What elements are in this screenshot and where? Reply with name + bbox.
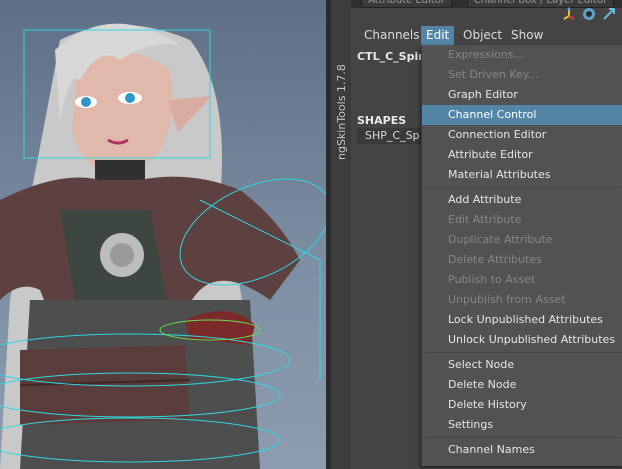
menu-item-settings[interactable]: Settings [422, 415, 622, 435]
menu-item-add-attribute[interactable]: Add Attribute [422, 190, 622, 210]
panel-icon-row [562, 7, 616, 21]
transform-axis-icon[interactable] [562, 7, 576, 21]
menu-item-edit-attribute: Edit Attribute [448, 213, 522, 226]
menu-object[interactable]: Object [458, 26, 507, 45]
menu-item-material-attributes[interactable]: Material Attributes [422, 165, 622, 185]
menu-item-channel-control[interactable]: Channel Control [422, 105, 622, 125]
menu-item-delete-node[interactable]: Delete Node [422, 375, 622, 395]
tab-attribute-editor[interactable]: Attribute Editor [361, 0, 452, 8]
menu-item-unpublish-from-asset: Unpublish from Asset [448, 293, 566, 306]
ngskintools-tab[interactable]: ngSkinTools 1.7.8 [331, 0, 352, 469]
menu-item-connection-editor[interactable]: Connection Editor [422, 125, 622, 145]
shapes-section-label: SHAPES [357, 114, 407, 127]
menu-item-publish-to-asset: Publish to Asset [448, 273, 536, 286]
selected-object-name[interactable]: CTL_C_Spin [357, 50, 426, 63]
ngskintools-tab-label: ngSkinTools 1.7.8 [335, 64, 348, 160]
menu-channels[interactable]: Channels [359, 26, 425, 45]
layer-icon[interactable] [582, 7, 596, 21]
menu-item-duplicate-attribute: Duplicate Attribute [448, 233, 553, 246]
menu-separator [426, 187, 619, 188]
character-render [0, 23, 326, 469]
menu-show[interactable]: Show [506, 26, 548, 45]
menu-item-graph-editor[interactable]: Graph Editor [422, 85, 622, 105]
menu-separator [426, 352, 619, 353]
viewport-3d[interactable] [0, 0, 326, 469]
menu-item-select-node[interactable]: Select Node [422, 355, 622, 375]
menu-edit[interactable]: Edit [421, 26, 455, 45]
menu-item-unlock-unpublished[interactable]: Unlock Unpublished Attributes [422, 330, 622, 350]
menu-separator [426, 437, 619, 438]
menu-item-attribute-editor[interactable]: Attribute Editor [422, 145, 622, 165]
menu-item-delete-history[interactable]: Delete History [422, 395, 622, 415]
edit-menu-dropdown: Expressions... Set Driven Key... Graph E… [421, 45, 622, 466]
menu-item-channel-names[interactable]: Channel Names [422, 440, 622, 460]
menu-item-lock-unpublished[interactable]: Lock Unpublished Attributes [422, 310, 622, 330]
menu-item-delete-attributes: Delete Attributes [448, 253, 542, 266]
menu-item-expressions: Expressions... [448, 48, 524, 61]
expand-arrow-icon[interactable] [602, 7, 616, 21]
menu-item-set-driven-key: Set Driven Key... [448, 68, 539, 81]
shape-node-name[interactable]: SHP_C_Sp [357, 128, 429, 144]
channel-box-menu-bar: Channels Edit Object Show [351, 26, 622, 46]
